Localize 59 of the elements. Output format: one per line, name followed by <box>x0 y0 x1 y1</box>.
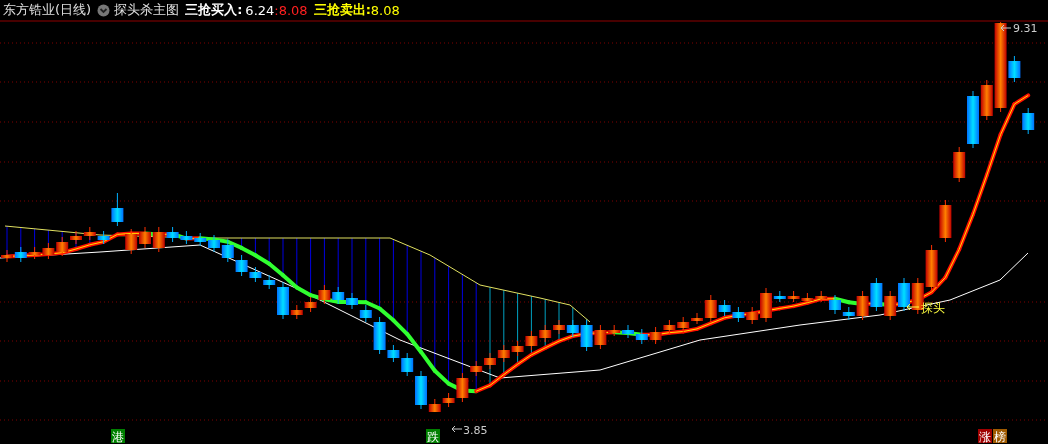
candlestick <box>83 226 96 241</box>
high-price-label: 9.31 <box>1013 22 1038 35</box>
candlestick <box>139 226 151 249</box>
candlestick <box>649 326 662 345</box>
dropdown-icon[interactable] <box>97 3 111 17</box>
candlestick <box>304 296 317 313</box>
signal-marker: 榜 <box>993 429 1007 444</box>
indicator-value: 8.08 <box>370 2 400 18</box>
indicator-value: 6.24 <box>245 2 275 18</box>
indicator-value: :8.08 <box>274 2 308 18</box>
candlestick <box>539 324 552 343</box>
candlestick <box>111 192 124 227</box>
candlestick <box>663 319 676 335</box>
candlestick <box>42 242 55 260</box>
candlestick <box>221 239 234 263</box>
signal-label: 探头 <box>921 301 945 315</box>
arrow-icon <box>451 425 463 433</box>
candlestick <box>249 266 262 283</box>
candlestick <box>70 230 82 245</box>
candlestick <box>28 246 41 260</box>
candlestick <box>884 290 897 321</box>
low-price-label: 3.85 <box>463 424 488 437</box>
candlestick <box>925 244 938 292</box>
arrow-icon <box>906 303 920 311</box>
indicator-name: 探头杀主图 <box>114 1 180 19</box>
candlestick <box>525 330 538 351</box>
candlestick <box>484 352 496 370</box>
candlestick <box>622 324 634 339</box>
candlestick <box>511 340 524 357</box>
candlestick <box>194 232 207 247</box>
candlestick <box>125 228 138 255</box>
candlestick <box>97 230 110 245</box>
candlestick <box>14 246 27 263</box>
signal-marker: 港 <box>111 429 125 444</box>
indicator-label: 三抢卖出: <box>313 1 371 19</box>
candlestick <box>787 290 800 303</box>
candlestick <box>346 292 358 310</box>
arrow-icon <box>1000 24 1012 32</box>
candlestick <box>56 236 69 257</box>
candlestick <box>677 316 690 333</box>
candlestick <box>318 284 331 305</box>
chart-title: 东方锆业(日线) <box>3 1 92 19</box>
candlestick <box>939 199 952 243</box>
candlestick <box>870 277 883 312</box>
signal-marker: 跌 <box>426 429 440 444</box>
candlestick <box>497 344 510 363</box>
candlestick <box>180 230 193 245</box>
candlestick <box>553 319 565 335</box>
indicator-label: 三抢买入: <box>185 1 243 19</box>
candlestick <box>332 286 345 305</box>
signal-marker: 涨 <box>978 429 992 444</box>
candlestick <box>1022 107 1035 135</box>
candlestick <box>801 292 814 303</box>
candlestick <box>732 306 745 323</box>
candlestick <box>898 277 910 312</box>
candlestick <box>1 249 13 263</box>
candlestick <box>635 328 648 345</box>
candlestick <box>208 234 220 253</box>
candlestick <box>235 254 248 277</box>
